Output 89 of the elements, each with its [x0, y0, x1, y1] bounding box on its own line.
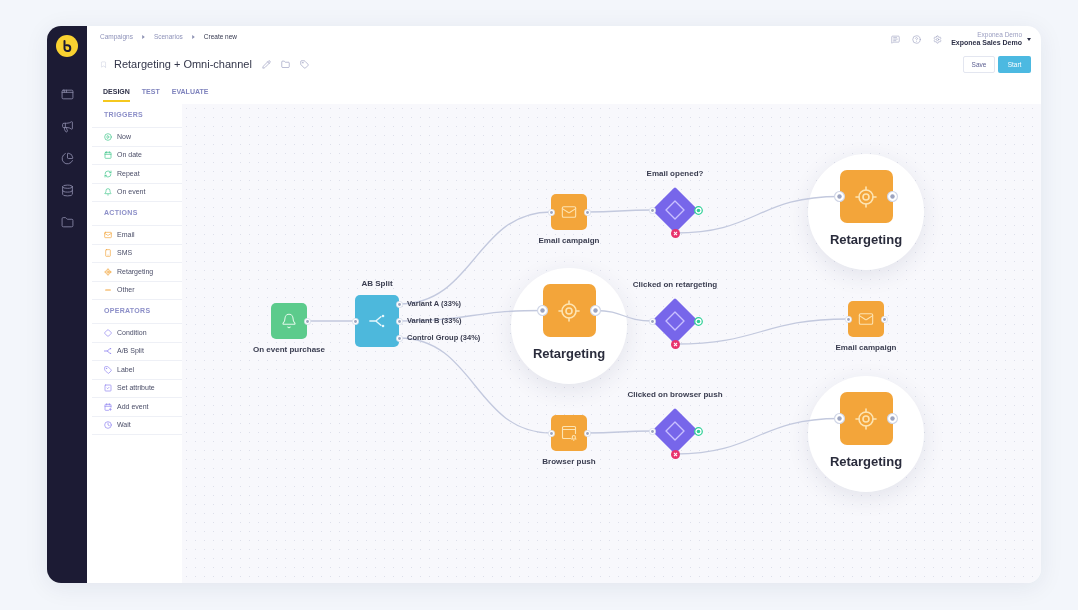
retargeting-node[interactable]: [839, 170, 893, 223]
refresh-icon: [104, 169, 112, 178]
port-icon[interactable]: [395, 334, 403, 342]
pie-chart-icon[interactable]: [60, 152, 74, 165]
folder-icon[interactable]: [60, 216, 74, 229]
condition-node[interactable]: [652, 187, 698, 233]
diamond-icon: [665, 421, 685, 441]
split-icon: [104, 347, 112, 356]
folder-icon[interactable]: [280, 59, 290, 69]
port-icon[interactable]: [887, 191, 898, 202]
chat-icon[interactable]: [891, 34, 901, 44]
retargeting-node[interactable]: [542, 284, 596, 337]
node-label: Email campaign: [835, 343, 897, 353]
diamond-icon: [104, 328, 112, 337]
settings-icon[interactable]: [933, 34, 943, 44]
port-icon[interactable]: [590, 305, 601, 316]
bell-icon: [281, 313, 297, 329]
cross-port-icon[interactable]: [670, 449, 680, 459]
port-icon[interactable]: [887, 413, 898, 424]
port-icon[interactable]: [303, 317, 311, 325]
mail-icon: [561, 204, 577, 220]
port-icon[interactable]: [648, 317, 656, 325]
clock-icon: [104, 421, 112, 430]
port-icon[interactable]: [395, 300, 403, 308]
ring-port-icon[interactable]: [693, 426, 703, 436]
help-icon[interactable]: [912, 34, 922, 44]
trigger-node[interactable]: [271, 303, 307, 339]
ring-port-icon[interactable]: [693, 205, 703, 215]
calendar-icon: [104, 151, 112, 160]
port-icon[interactable]: [547, 208, 555, 216]
port-icon[interactable]: [844, 315, 852, 323]
crosshair-icon: [854, 184, 878, 209]
ring-port-icon[interactable]: [693, 316, 703, 326]
condition-node[interactable]: [652, 298, 698, 344]
port-icon[interactable]: [834, 413, 845, 424]
node-label: On event purchase: [253, 345, 325, 355]
mail-icon: [858, 311, 874, 327]
node-label: Retargeting: [532, 345, 606, 362]
node-label: Email campaign: [538, 236, 600, 246]
port-icon[interactable]: [583, 208, 591, 216]
split-icon: [368, 314, 386, 328]
chevron-icon: [141, 35, 145, 39]
cross-port-icon[interactable]: [670, 339, 680, 349]
port-icon[interactable]: [583, 429, 591, 437]
play-circle-icon: [104, 132, 112, 141]
crosshair-icon: [104, 267, 112, 276]
scenario-title: Retargeting + Omni-channel: [114, 57, 252, 71]
crosshair-icon: [557, 298, 581, 323]
port-icon[interactable]: [648, 206, 656, 214]
pencil-icon[interactable]: [261, 59, 271, 69]
port-icon[interactable]: [648, 427, 656, 435]
split-node[interactable]: [355, 295, 399, 347]
browser-push-node[interactable]: [551, 415, 587, 451]
bookmark-icon[interactable]: [100, 60, 107, 68]
window-icon[interactable]: [60, 88, 74, 101]
port-icon[interactable]: [351, 317, 359, 325]
checkbox-icon: [104, 384, 112, 393]
caret-icon[interactable]: [1027, 37, 1031, 41]
diamond-icon: [665, 200, 685, 220]
port-icon[interactable]: [547, 429, 555, 437]
tag-icon[interactable]: [299, 59, 309, 69]
node-label: Retargeting: [829, 231, 903, 248]
mail-icon: [104, 230, 112, 239]
port-icon[interactable]: [834, 191, 845, 202]
database-icon[interactable]: [60, 184, 74, 197]
cross-port-icon[interactable]: [670, 228, 680, 238]
logo-icon[interactable]: [56, 35, 78, 57]
crosshair-icon: [854, 406, 878, 431]
condition-node[interactable]: [652, 408, 698, 454]
port-icon[interactable]: [537, 305, 548, 316]
phone-icon: [104, 249, 112, 258]
node-label: Clicked on retargeting: [632, 280, 718, 290]
port-icon[interactable]: [880, 315, 888, 323]
calendar-plus-icon: [104, 402, 112, 411]
node-label: Retargeting: [829, 453, 903, 470]
port-icon[interactable]: [395, 317, 403, 325]
node-label: Email opened?: [646, 169, 704, 179]
tag-icon: [104, 365, 112, 374]
node-label: Browser push: [542, 457, 596, 467]
email-node[interactable]: [551, 194, 587, 230]
chevron-icon: [191, 35, 195, 39]
email-node[interactable]: [848, 301, 884, 337]
browser-window-icon: [561, 425, 577, 441]
retargeting-node[interactable]: [839, 392, 893, 445]
megaphone-icon[interactable]: [60, 120, 74, 133]
node-label: AB Split: [361, 279, 393, 289]
diamond-icon: [665, 311, 685, 331]
node-label: Clicked on browser push: [627, 390, 723, 400]
bell-icon: [104, 188, 112, 197]
